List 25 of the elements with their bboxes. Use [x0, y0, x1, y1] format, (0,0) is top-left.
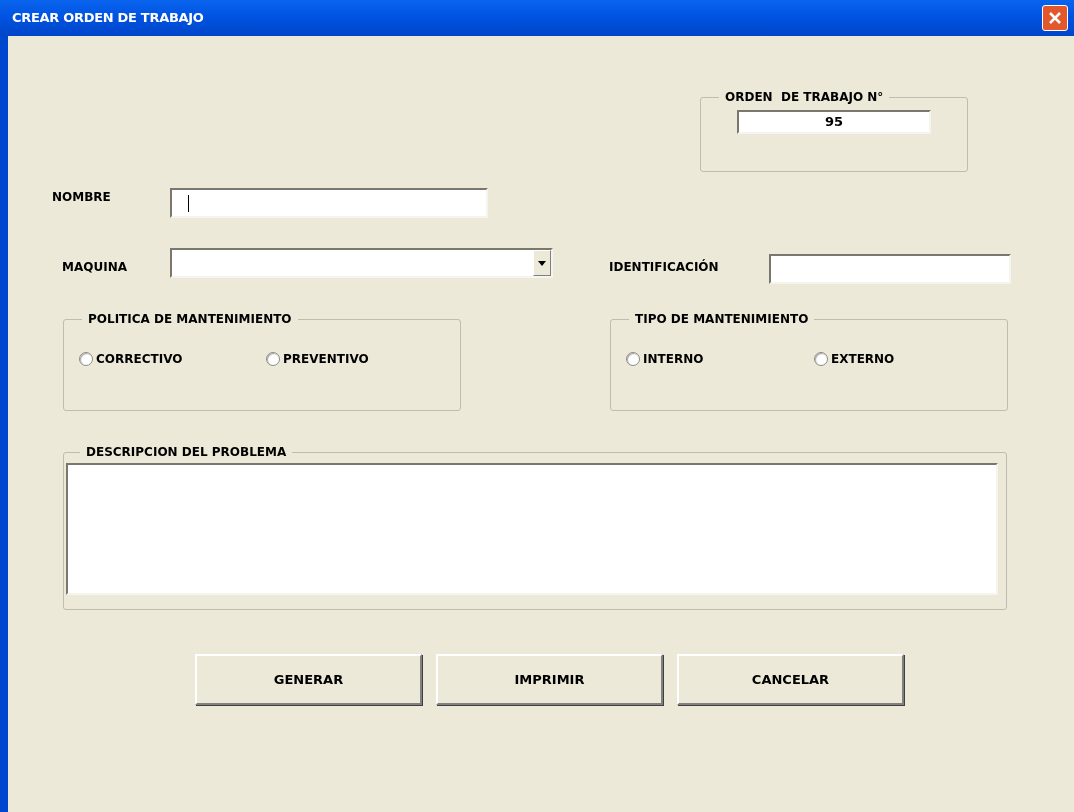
- field-label: IDENTIFICACIÓN: [609, 258, 720, 276]
- window-title: CREAR ORDEN DE TRABAJO: [12, 9, 204, 28]
- action-button[interactable]: GENERAR: [195, 654, 422, 705]
- identification-field[interactable]: [769, 254, 1011, 284]
- close-button[interactable]: [1042, 5, 1068, 31]
- order-number-field: 95: [737, 110, 931, 134]
- machine-dropdown[interactable]: [170, 248, 553, 278]
- radio-option[interactable]: EXTERNO: [814, 350, 895, 368]
- radio-option[interactable]: INTERNO: [626, 350, 814, 368]
- radio-option[interactable]: CORRECTIVO: [79, 350, 266, 368]
- close-icon: [1048, 11, 1062, 25]
- group-legend: POLITICA DE MANTENIMIENTO: [82, 310, 298, 328]
- caret-icon: [538, 260, 546, 266]
- group-legend: DESCRIPCION DEL PROBLEMA: [80, 443, 293, 461]
- text-cursor: [188, 194, 189, 212]
- action-button[interactable]: CANCELAR: [677, 654, 904, 705]
- description-field[interactable]: [66, 463, 998, 595]
- group-legend: TIPO DE MANTENIMIENTO: [629, 310, 815, 328]
- dropdown-button[interactable]: [533, 250, 551, 276]
- field-label: MAQUINA: [62, 259, 128, 276]
- group-legend: ORDEN DE TRABAJO N°: [719, 88, 890, 106]
- field-label: NOMBRE: [52, 189, 112, 206]
- action-button[interactable]: IMPRIMIR: [436, 654, 663, 705]
- radio-option[interactable]: PREVENTIVO: [266, 350, 369, 368]
- name-field[interactable]: [170, 188, 488, 218]
